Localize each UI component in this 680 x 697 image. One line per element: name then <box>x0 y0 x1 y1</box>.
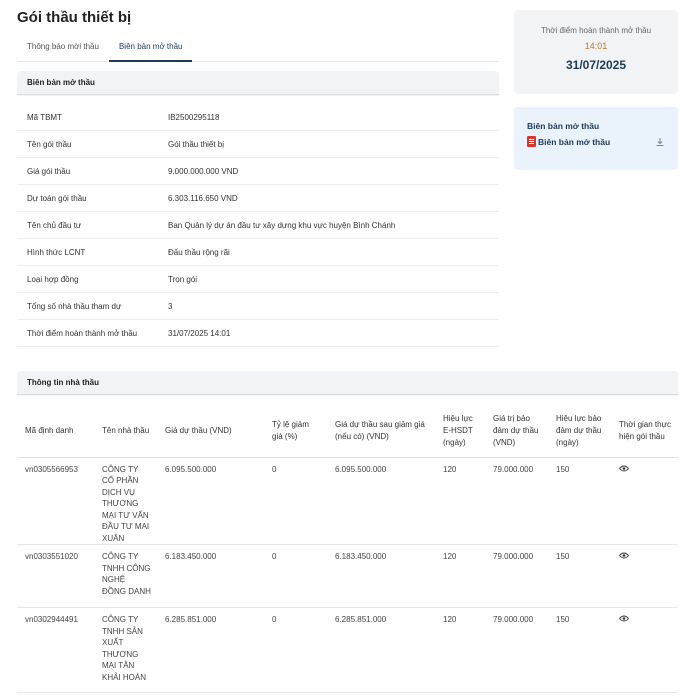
bidder-name: CÔNG TY TNHH CÔNG NGHỆ ĐỒNG DANH <box>94 544 157 608</box>
page-title: Gói thầu thiết bị <box>17 9 132 26</box>
price-after-discount: 6.285.851.000 <box>327 607 435 693</box>
ehsdt-validity: 120 <box>435 457 485 545</box>
guarantee-validity: 150 <box>548 607 611 693</box>
ehsdt-validity: 120 <box>435 607 485 693</box>
ehsdt-validity: 120 <box>435 544 485 608</box>
execution-time-cell <box>611 607 678 693</box>
discount-rate: 0 <box>264 457 327 545</box>
column-header: Tỷ lệ giảm giá (%) <box>264 405 327 458</box>
tab-bien-ban-mo-thau[interactable]: Biên bản mở thầu <box>108 38 193 62</box>
info-value: Ban Quản lý dự án đầu tư xây dựng khu vự… <box>168 220 396 230</box>
bid-price: 6.285.851.000 <box>157 607 264 693</box>
guarantee-value: 79.000.000 <box>485 544 548 608</box>
completion-label: Thời điểm hoàn thành mở thầu <box>540 26 652 35</box>
info-row-gia-goi-thau: Giá gói thầu 9.000.000.000 VND <box>17 158 499 185</box>
info-label: Tổng số nhà thầu tham dự <box>27 301 122 311</box>
guarantee-validity: 150 <box>548 457 611 545</box>
column-header: Hiệu lực E-HSDT (ngày) <box>435 405 485 458</box>
tab-bar: Thông báo mời thầu Biên bản mở thầu <box>17 38 499 62</box>
bid-price: 6.095.500.000 <box>157 457 264 545</box>
info-label: Thời điểm hoàn thành mở thầu <box>27 328 138 338</box>
download-icon[interactable] <box>655 137 665 147</box>
info-label: Tên gói thầu <box>27 139 72 149</box>
bidder-name: CÔNG TY CỔ PHẦN DỊCH VỤ THƯƠNG MẠI TƯ VẤ… <box>94 457 157 545</box>
price-after-discount: 6.095.500.000 <box>327 457 435 545</box>
bidder-name: CÔNG TY TNHH SẢN XUẤT THƯƠNG MẠI TÂN KHẢ… <box>94 607 157 693</box>
info-label: Giá gói thầu <box>27 166 71 176</box>
guarantee-validity: 150 <box>548 544 611 608</box>
info-row-hinh-thuc: Hình thức LCNT Đấu thầu rộng rãi <box>17 239 499 266</box>
info-value: Đấu thầu rộng rãi <box>168 247 230 257</box>
info-row-du-toan: Dự toán gói thầu 6.303.116.650 VND <box>17 185 499 212</box>
info-value: Gói thầu thiết bị <box>168 139 225 149</box>
execution-time-cell <box>611 457 678 545</box>
info-row-tong-so-nha-thau: Tổng số nhà thầu tham dự 3 <box>17 293 499 320</box>
info-label: Dự toán gói thầu <box>27 193 87 203</box>
info-row-ten-goi-thau: Tên gói thầu Gói thầu thiết bị <box>17 131 499 158</box>
document-card: Biên bản mở thầu Biên bản mở thầu <box>514 107 678 170</box>
table-row: vn0302944491 CÔNG TY TNHH SẢN XUẤT THƯƠN… <box>17 607 678 693</box>
document-file-label[interactable]: Biên bản mở thầu <box>538 137 610 147</box>
bidder-id: vn0303551020 <box>17 544 94 608</box>
info-label: Hình thức LCNT <box>27 247 86 257</box>
table-row: vn0303551020 CÔNG TY TNHH CÔNG NGHỆ ĐỒNG… <box>17 544 678 608</box>
completion-date: 31/07/2025 <box>565 58 627 72</box>
table-header-row: Mã định danh Tên nhà thầu Giá dự thầu (V… <box>17 405 678 458</box>
guarantee-value: 79.000.000 <box>485 607 548 693</box>
bidders-table: Mã định danh Tên nhà thầu Giá dự thầu (V… <box>17 405 678 693</box>
document-card-title: Biên bản mở thầu <box>527 121 600 131</box>
table-row: vn0305566953 CÔNG TY CỔ PHẦN DỊCH VỤ THƯ… <box>17 457 678 545</box>
info-value: 31/07/2025 14:01 <box>168 328 231 338</box>
info-value: Trọn gói <box>168 274 198 284</box>
column-header: Tên nhà thầu <box>94 405 157 458</box>
info-label: Loại hợp đồng <box>27 274 79 284</box>
column-header: Giá dự thầu (VND) <box>157 405 264 458</box>
column-header: Giá dự thầu sau giảm giá (nếu có) (VND) <box>327 405 435 458</box>
pdf-icon <box>527 136 536 147</box>
info-value: 3 <box>168 301 173 311</box>
bidders-section-header: Thông tin nhà thầu <box>17 371 678 395</box>
document-file-link[interactable]: Biên bản mở thầu <box>527 136 665 147</box>
info-row-ma-tbmt: Mã TBMT IB2500295118 <box>17 104 499 131</box>
bidder-id: vn0305566953 <box>17 457 94 545</box>
info-value: 9.000.000.000 VND <box>168 166 239 176</box>
column-header: Hiệu lực bảo đảm dự thầu (ngày) <box>548 405 611 458</box>
column-header: Giá trị bảo đảm dự thầu (VND) <box>485 405 548 458</box>
column-header: Mã định danh <box>17 405 94 458</box>
info-value: IB2500295118 <box>168 112 220 122</box>
discount-rate: 0 <box>264 607 327 693</box>
bidder-id: vn0302944491 <box>17 607 94 693</box>
info-row-thoi-diem: Thời điểm hoàn thành mở thầu 31/07/2025 … <box>17 320 499 347</box>
minutes-info-table: Mã TBMT IB2500295118 Tên gói thầu Gói th… <box>17 104 499 347</box>
tab-thong-bao-moi-thau[interactable]: Thông báo mời thầu <box>17 38 109 62</box>
execution-time-cell <box>611 544 678 608</box>
info-row-chu-dau-tu: Tên chủ đầu tư Ban Quản lý dự án đầu tư … <box>17 212 499 239</box>
eye-icon[interactable] <box>618 614 630 626</box>
info-label: Tên chủ đầu tư <box>27 220 82 230</box>
info-row-loai-hop-dong: Loại hợp đồng Trọn gói <box>17 266 499 293</box>
price-after-discount: 6.183.450.000 <box>327 544 435 608</box>
completion-time-card: Thời điểm hoàn thành mở thầu 14:01 31/07… <box>514 10 678 94</box>
completion-time: 14:01 <box>584 41 608 51</box>
eye-icon[interactable] <box>618 551 630 563</box>
info-value: 6.303.116.650 VND <box>168 193 238 203</box>
discount-rate: 0 <box>264 544 327 608</box>
info-label: Mã TBMT <box>27 112 62 122</box>
guarantee-value: 79.000.000 <box>485 457 548 545</box>
column-header: Thời gian thực hiện gói thầu <box>611 405 678 458</box>
eye-icon[interactable] <box>618 464 630 476</box>
minutes-section-header: Biên bản mở thầu <box>17 71 499 95</box>
bid-price: 6.183.450.000 <box>157 544 264 608</box>
